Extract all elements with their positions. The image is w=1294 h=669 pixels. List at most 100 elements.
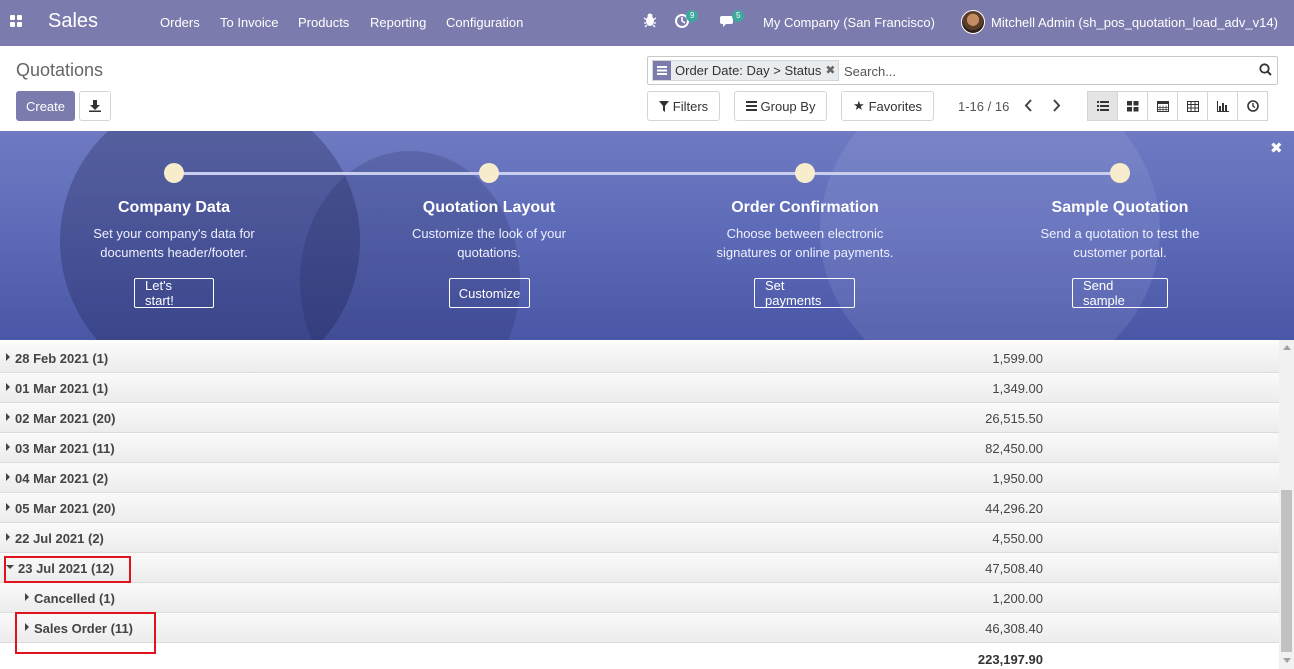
menu-to-invoice[interactable]: To Invoice [220, 15, 279, 30]
lets-start-button[interactable]: Let's start! [134, 278, 214, 308]
activity-clock-icon[interactable]: 9 [675, 10, 701, 32]
menu-reporting[interactable]: Reporting [370, 15, 426, 30]
group-row[interactable]: Cancelled (1) 1,200.00 [0, 583, 1279, 613]
bar-chart-icon [1216, 100, 1229, 112]
kanban-view-icon [1126, 100, 1138, 111]
group-label: 02 Mar 2021 (20) [15, 411, 116, 426]
close-banner-icon[interactable]: ✖ [1270, 139, 1283, 157]
group-label: 04 Mar 2021 (2) [15, 471, 109, 486]
step-description: Send a quotation to test the [1040, 226, 1200, 241]
filter-icon [658, 100, 669, 112]
group-row[interactable]: 05 Mar 2021 (20) 44,296.20 [0, 493, 1279, 523]
activity-view-button[interactable] [1237, 91, 1268, 121]
step-description: quotations. [457, 245, 521, 260]
grouped-list: 28 Feb 2021 (1) 1,599.00 01 Mar 2021 (1) 1,… [0, 340, 1279, 669]
menu-configuration[interactable]: Configuration [446, 15, 523, 30]
facet-remove-icon[interactable]: ✖ [825, 61, 838, 80]
group-row[interactable]: Sales Order (11) 46,308.40 [0, 613, 1279, 643]
group-row[interactable]: 03 Mar 2021 (11) 82,450.00 [0, 433, 1279, 463]
debug-bug-icon[interactable] [643, 12, 657, 32]
menu-products[interactable]: Products [298, 15, 349, 30]
app-brand[interactable]: Sales [48, 10, 98, 33]
highlight-box [15, 612, 156, 654]
calendar-view-button[interactable] [1147, 91, 1178, 121]
step-title: Quotation Layout [422, 199, 556, 216]
pivot-table-icon [1186, 100, 1199, 112]
caret-right-icon [6, 383, 10, 391]
group-amount: 1,349.00 [992, 381, 1043, 396]
kanban-view-button[interactable] [1117, 91, 1148, 121]
pivot-view-button[interactable] [1177, 91, 1208, 121]
caret-right-icon [6, 353, 10, 361]
user-menu[interactable]: Mitchell Admin (sh_pos_quotation_load_ad… [991, 15, 1278, 30]
group-amount: 1,200.00 [992, 591, 1043, 606]
group-row[interactable]: 23 Jul 2021 (12) 47,508.40 [0, 553, 1279, 583]
group-row[interactable]: 04 Mar 2021 (2) 1,950.00 [0, 463, 1279, 493]
customize-button[interactable]: Customize [449, 278, 530, 308]
pager-value[interactable]: 1-16 / 16 [958, 99, 1009, 114]
caret-right-icon [6, 443, 10, 451]
group-label: 05 Mar 2021 (20) [15, 501, 116, 516]
search-bar: Order Date: Day > Status ✖ [647, 56, 1278, 85]
step-company-data: Company Data Set your company's data for… [54, 199, 294, 262]
download-button[interactable] [79, 91, 111, 121]
filters-button[interactable]: Filters [647, 91, 720, 121]
pager-previous-icon[interactable] [1024, 99, 1033, 115]
filters-label: Filters [672, 98, 709, 114]
messages-chat-icon[interactable]: 5 [720, 10, 748, 32]
total-amount: 223,197.90 [977, 652, 1043, 667]
step-description: customer portal. [1073, 245, 1167, 260]
graph-view-button[interactable] [1207, 91, 1238, 121]
scroll-up-icon[interactable] [1283, 345, 1291, 350]
user-avatar[interactable] [961, 10, 985, 34]
list-scrollbar[interactable] [1279, 340, 1294, 669]
step-sample-quotation: Sample Quotation Send a quotation to tes… [1000, 199, 1240, 262]
caret-right-icon [6, 473, 10, 481]
search-facet-label: Order Date: Day > Status [675, 63, 822, 78]
group-amount: 1,599.00 [992, 351, 1043, 366]
clock-icon [1246, 100, 1259, 112]
group-amount: 46,308.40 [985, 621, 1043, 636]
favorites-button[interactable]: ★ Favorites [841, 91, 934, 121]
group-amount: 26,515.50 [985, 411, 1043, 426]
set-payments-button[interactable]: Set payments [754, 278, 855, 308]
group-amount: 44,296.20 [985, 501, 1043, 516]
group-by-label: Group By [760, 98, 816, 114]
create-button[interactable]: Create [16, 91, 75, 121]
apps-menu-icon[interactable] [10, 15, 24, 29]
star-icon: ★ [852, 98, 865, 113]
step-quotation-layout: Quotation Layout Customize the look of y… [369, 199, 609, 262]
group-row[interactable]: 02 Mar 2021 (20) 26,515.50 [0, 403, 1279, 433]
group-by-list-icon [653, 61, 671, 80]
search-icon[interactable] [1259, 63, 1272, 79]
group-amount: 1,950.00 [992, 471, 1043, 486]
step-dot-company-data [164, 163, 184, 183]
step-title: Company Data [117, 199, 231, 216]
scroll-down-icon[interactable] [1283, 658, 1291, 663]
group-row[interactable]: 22 Jul 2021 (2) 4,550.00 [0, 523, 1279, 553]
download-icon [89, 100, 101, 112]
group-row[interactable]: 01 Mar 2021 (1) 1,349.00 [0, 373, 1279, 403]
step-order-confirmation: Order Confirmation Choose between electr… [685, 199, 925, 262]
company-switcher[interactable]: My Company (San Francisco) [763, 15, 935, 30]
group-row[interactable]: 28 Feb 2021 (1) 1,599.00 [0, 343, 1279, 373]
group-by-button[interactable]: Group By [734, 91, 827, 121]
page-title: Quotations [16, 60, 104, 80]
pager-next-icon[interactable] [1052, 99, 1061, 115]
caret-right-icon [6, 533, 10, 541]
search-facet: Order Date: Day > Status ✖ [652, 60, 840, 81]
step-dot-sample-quotation [1110, 163, 1130, 183]
caret-right-icon [25, 593, 29, 601]
list-total-footer: 223,197.90 [0, 643, 1279, 669]
scrollbar-thumb[interactable] [1281, 490, 1292, 652]
group-label: 22 Jul 2021 (2) [15, 531, 104, 546]
list-view-button[interactable] [1087, 91, 1118, 121]
search-input[interactable] [844, 61, 1244, 81]
send-sample-button[interactable]: Send sample [1072, 278, 1168, 308]
activity-count-badge: 9 [686, 10, 699, 22]
step-description: Customize the look of your [412, 226, 566, 241]
step-description: Choose between electronic [726, 226, 884, 241]
menu-orders[interactable]: Orders [160, 15, 200, 30]
highlight-box [4, 556, 131, 583]
group-amount: 82,450.00 [985, 441, 1043, 456]
